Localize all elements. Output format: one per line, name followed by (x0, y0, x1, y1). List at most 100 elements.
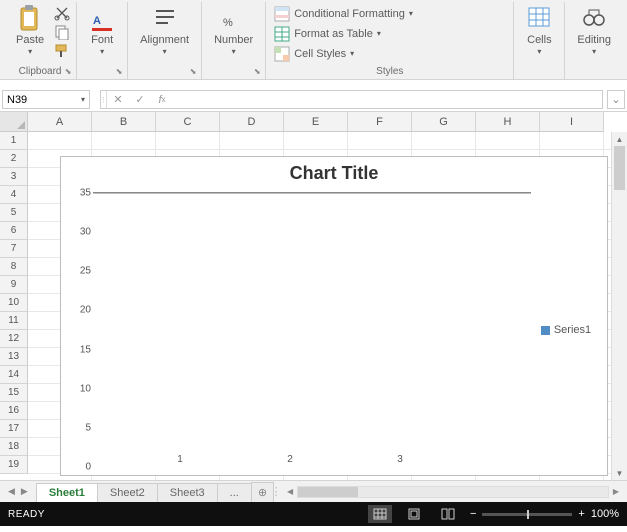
number-button[interactable]: % Number▾ (208, 2, 259, 58)
font-button[interactable]: A Font▾ (83, 2, 121, 58)
ribbon-group-alignment: Alignment▾ ⬊ (128, 2, 202, 79)
column-header[interactable]: F (348, 112, 412, 132)
sheet-tab-3[interactable]: Sheet3 (157, 483, 218, 502)
zoom-in-button[interactable]: + (578, 508, 584, 520)
font-label: Font (91, 34, 113, 46)
chart-title[interactable]: Chart Title (61, 157, 607, 190)
conditional-formatting-label: Conditional Formatting (294, 8, 405, 20)
sheet-tab-2[interactable]: Sheet2 (97, 483, 158, 502)
column-header[interactable]: D (220, 112, 284, 132)
legend-label: Series1 (554, 324, 591, 336)
page-break-view-button[interactable] (436, 505, 460, 523)
worksheet-grid: ABCDEFGHI 12345678910111213141516171819 … (0, 112, 627, 480)
clipboard-dialog-launcher[interactable]: ⬊ (62, 65, 74, 77)
vertical-scrollbar[interactable]: ▲▼ (611, 132, 627, 480)
zoom-out-button[interactable]: − (470, 508, 476, 520)
sheet-tab-bar: ◀ ▶ Sheet1 Sheet2 Sheet3 ... ⊕ ⋮ ◀▶ (0, 480, 627, 502)
alignment-label: Alignment (140, 34, 189, 46)
row-header[interactable]: 16 (0, 402, 28, 420)
alignment-button[interactable]: Alignment▾ (134, 2, 195, 58)
tab-nav-prev[interactable]: ◀ (8, 486, 15, 497)
row-header[interactable]: 11 (0, 312, 28, 330)
row-header[interactable]: 4 (0, 186, 28, 204)
row-headers[interactable]: 12345678910111213141516171819 (0, 132, 28, 480)
ribbon: Paste ▾ Clipboard ⬊ A Font▾ ⬊ Alig (0, 0, 627, 80)
ribbon-group-number: % Number▾ ⬊ (202, 2, 266, 79)
font-dialog-launcher[interactable]: ⬊ (113, 65, 125, 77)
editing-button[interactable]: Editing▾ (571, 2, 617, 58)
row-header[interactable]: 3 (0, 168, 28, 186)
cells-label: Cells (527, 34, 551, 46)
copy-icon[interactable] (54, 24, 70, 40)
column-header[interactable]: H (476, 112, 540, 132)
enter-formula-button[interactable]: ✓ (129, 93, 151, 106)
paste-button[interactable]: Paste ▾ (10, 2, 50, 58)
name-box-value: N39 (7, 94, 27, 106)
ribbon-group-font: A Font▾ ⬊ (77, 2, 128, 79)
clipboard-icon (17, 4, 43, 32)
ribbon-group-cells: Cells▾ (514, 2, 565, 79)
conditional-formatting-button[interactable]: Conditional Formatting▾ (272, 6, 415, 22)
column-header[interactable]: C (156, 112, 220, 132)
row-header[interactable]: 9 (0, 276, 28, 294)
status-ready: READY (8, 509, 45, 520)
sheet-tab-more[interactable]: ... (217, 483, 252, 502)
percent-icon: % (221, 4, 247, 32)
cut-icon[interactable] (54, 5, 70, 21)
row-header[interactable]: 7 (0, 240, 28, 258)
conditional-formatting-icon (274, 6, 290, 22)
binoculars-icon (581, 4, 607, 32)
column-header[interactable]: E (284, 112, 348, 132)
chart-legend[interactable]: Series1 (531, 193, 601, 467)
row-header[interactable]: 19 (0, 456, 28, 474)
row-header[interactable]: 18 (0, 438, 28, 456)
ribbon-group-styles: Conditional Formatting▾ Format as Table▾… (266, 2, 514, 79)
fx-button[interactable]: fx (151, 94, 173, 106)
horizontal-scrollbar[interactable]: ◀▶ (279, 481, 627, 502)
row-header[interactable]: 5 (0, 204, 28, 222)
row-header[interactable]: 2 (0, 150, 28, 168)
expand-formula-bar[interactable]: ⌄ (607, 90, 625, 109)
cell-styles-button[interactable]: Cell Styles▾ (272, 46, 415, 62)
format-painter-icon[interactable] (54, 43, 70, 59)
number-dialog-launcher[interactable]: ⬊ (251, 65, 263, 77)
row-header[interactable]: 6 (0, 222, 28, 240)
alignment-dialog-launcher[interactable]: ⬊ (187, 65, 199, 77)
ribbon-group-clipboard: Paste ▾ Clipboard ⬊ (4, 2, 77, 79)
column-header[interactable]: A (28, 112, 92, 132)
zoom-slider[interactable] (482, 513, 572, 516)
row-header[interactable]: 13 (0, 348, 28, 366)
column-headers[interactable]: ABCDEFGHI (28, 112, 611, 132)
formula-bar: N39 ▾ ⋮ ✕ ✓ fx ⌄ (0, 88, 627, 112)
name-box[interactable]: N39 ▾ (2, 90, 90, 109)
sheet-tab-1[interactable]: Sheet1 (36, 483, 98, 502)
row-header[interactable]: 12 (0, 330, 28, 348)
row-header[interactable]: 1 (0, 132, 28, 150)
column-header[interactable]: B (92, 112, 156, 132)
styles-group-label: Styles (376, 65, 403, 79)
select-all-corner[interactable] (0, 112, 28, 132)
table-icon (274, 26, 290, 42)
embedded-chart[interactable]: Chart Title 05101520253035 123 Series1 (60, 156, 608, 476)
tab-nav-next[interactable]: ▶ (21, 486, 28, 497)
cells-icon (526, 4, 552, 32)
column-header[interactable]: I (540, 112, 604, 132)
format-as-table-label: Format as Table (294, 28, 373, 40)
status-bar: READY − + 100% (0, 502, 627, 526)
page-layout-view-button[interactable] (402, 505, 426, 523)
format-as-table-button[interactable]: Format as Table▾ (272, 26, 415, 42)
cancel-formula-button[interactable]: ✕ (107, 93, 129, 106)
row-header[interactable]: 14 (0, 366, 28, 384)
cells-button[interactable]: Cells▾ (520, 2, 558, 58)
cells-area[interactable]: Chart Title 05101520253035 123 Series1 (28, 132, 611, 480)
row-header[interactable]: 10 (0, 294, 28, 312)
formula-input[interactable] (173, 94, 602, 106)
cell-styles-label: Cell Styles (294, 48, 346, 60)
normal-view-button[interactable] (368, 505, 392, 523)
zoom-level[interactable]: 100% (591, 508, 619, 520)
row-header[interactable]: 8 (0, 258, 28, 276)
row-header[interactable]: 17 (0, 420, 28, 438)
column-header[interactable]: G (412, 112, 476, 132)
row-header[interactable]: 15 (0, 384, 28, 402)
clipboard-group-label: Clipboard (19, 65, 62, 79)
